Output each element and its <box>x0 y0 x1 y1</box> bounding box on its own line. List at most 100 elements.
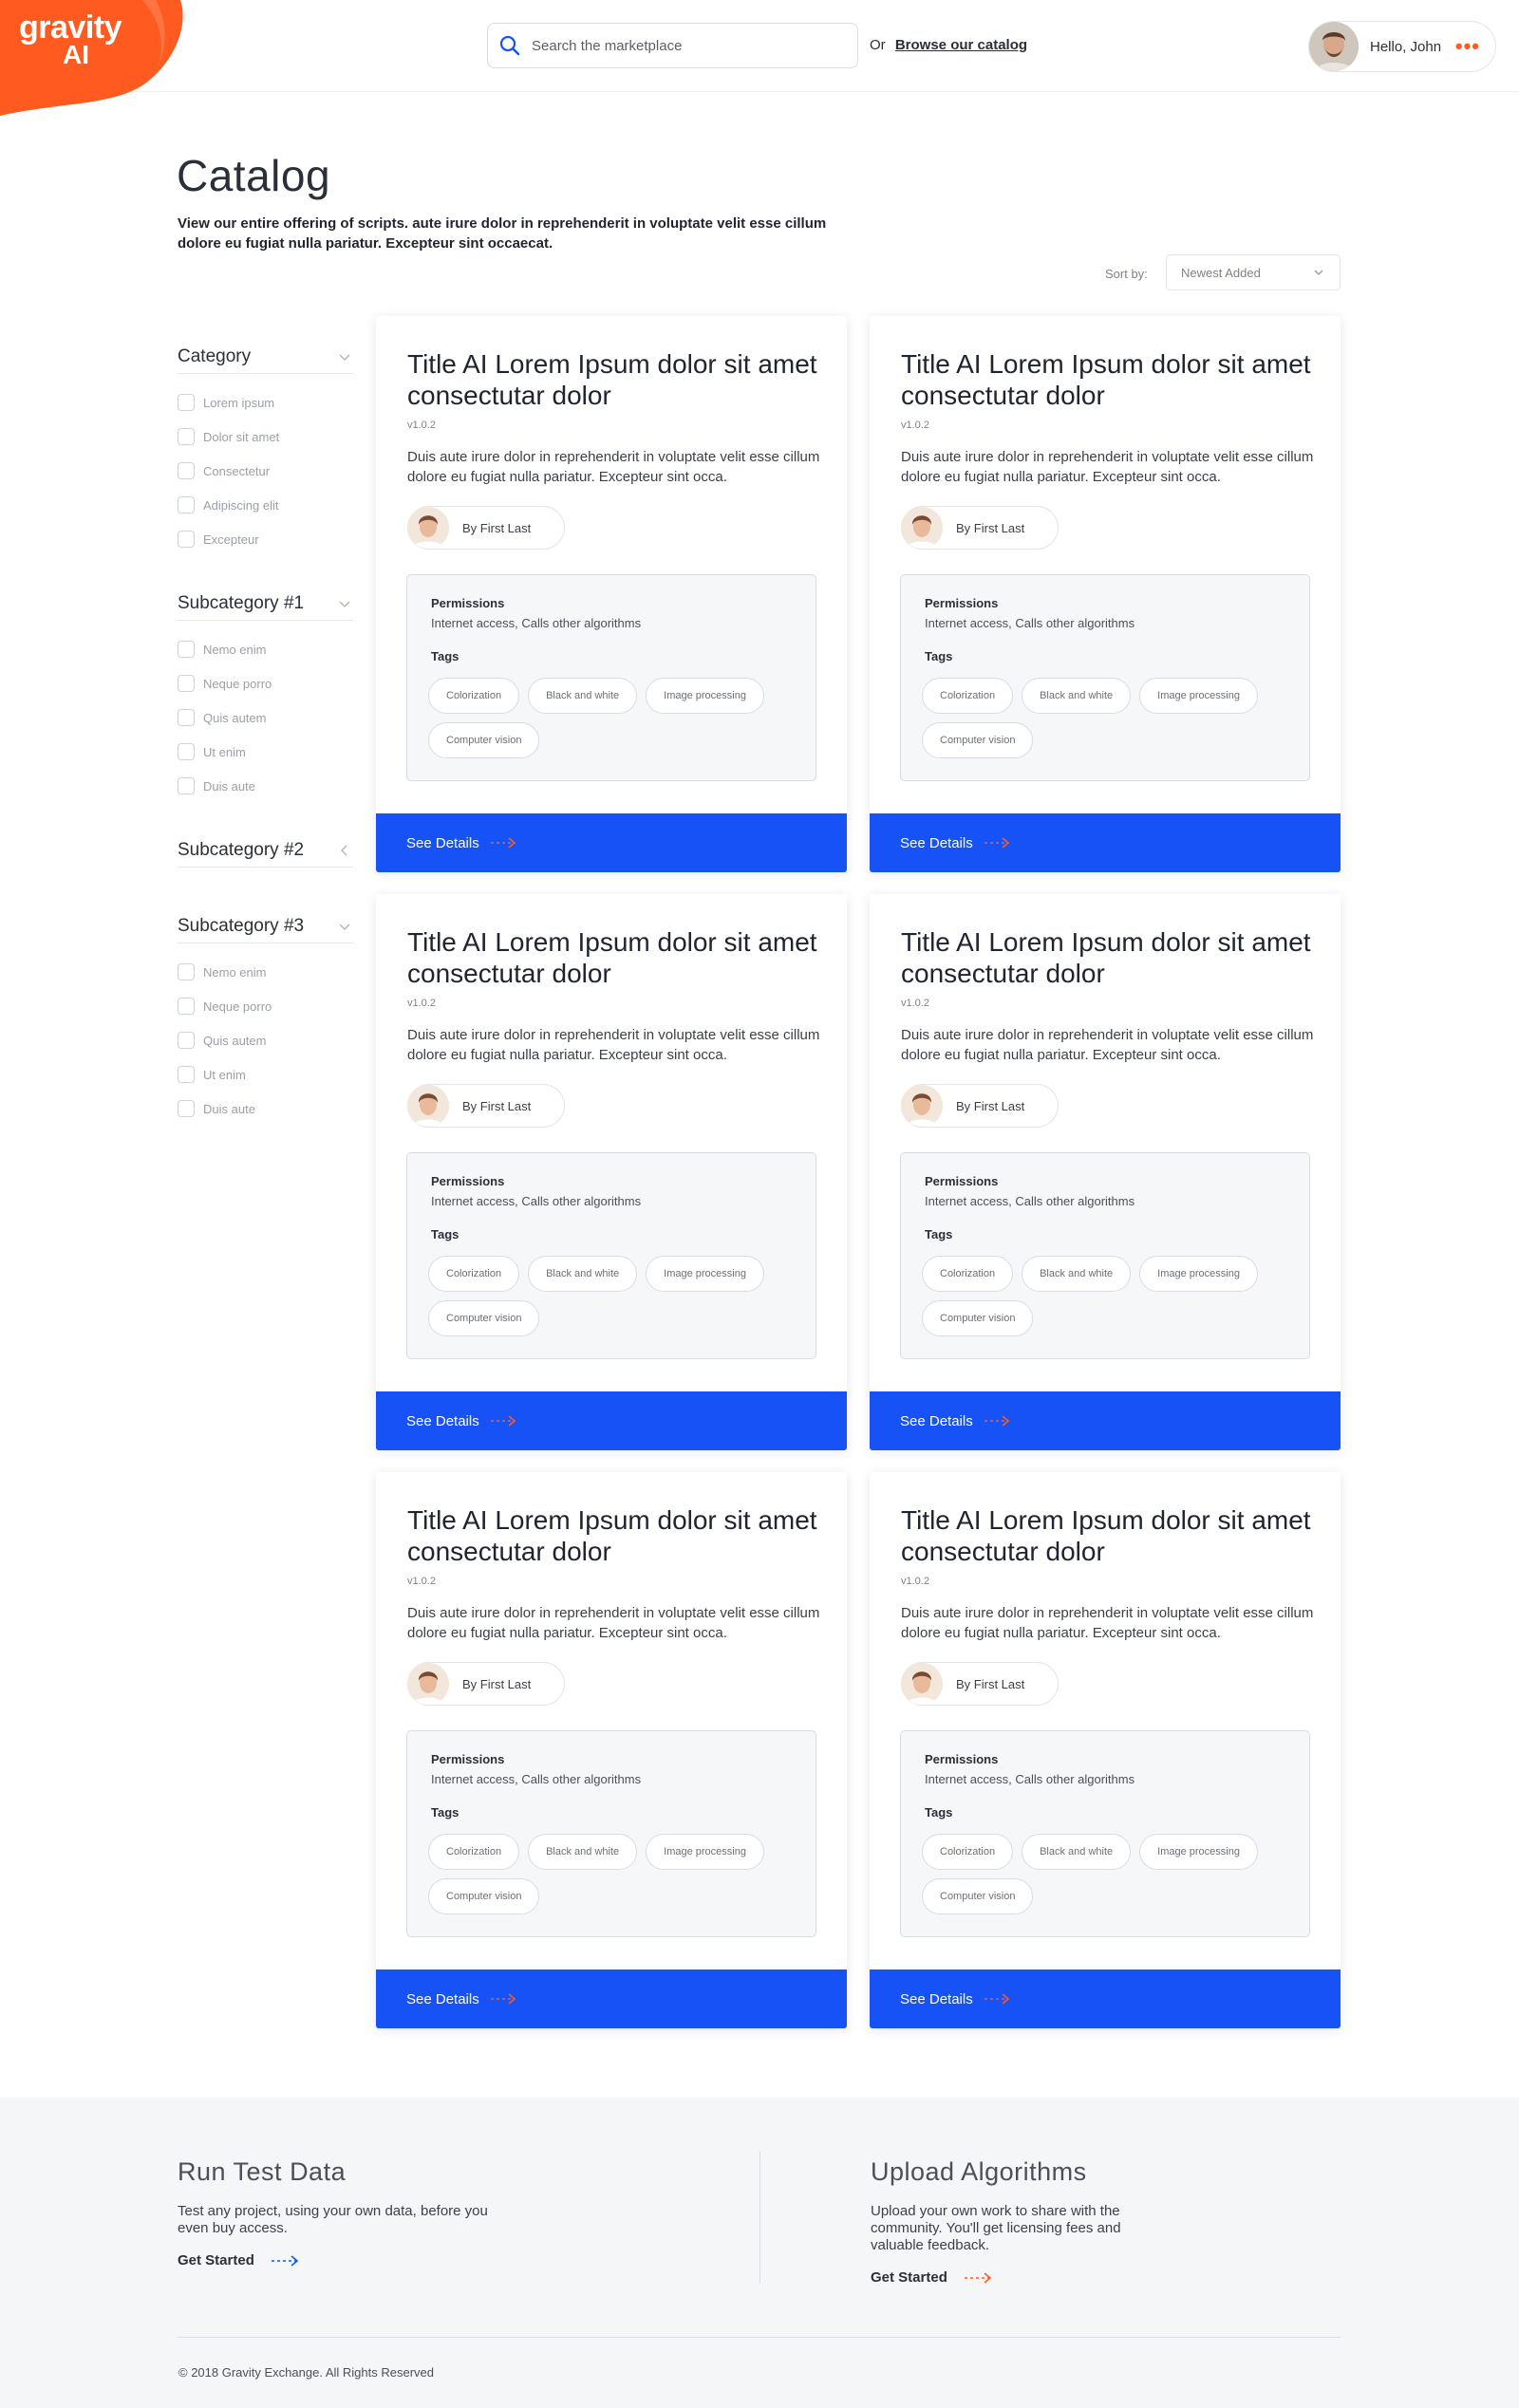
tag-chip[interactable]: Computer vision <box>922 1878 1034 1914</box>
filter-option[interactable]: Ut enim <box>178 735 353 769</box>
get-started-link[interactable]: Get Started <box>178 2252 500 2268</box>
tag-chip[interactable]: Colorization <box>428 678 520 714</box>
tag-chip[interactable]: Black and white <box>528 1834 638 1870</box>
get-started-label: Get Started <box>871 2269 947 2286</box>
see-details-button[interactable]: See Details <box>870 1969 1341 2028</box>
checkbox[interactable] <box>178 743 195 760</box>
filter-option[interactable]: Duis aute <box>178 1092 353 1126</box>
filter-group-category: Category Lorem ipsum Dolor sit amet Cons… <box>178 340 353 587</box>
tag-chip[interactable]: Colorization <box>428 1256 520 1292</box>
checkbox[interactable] <box>178 998 195 1015</box>
tag-chip[interactable]: Computer vision <box>922 1300 1034 1336</box>
checkbox[interactable] <box>178 1032 195 1049</box>
author-chip[interactable]: By First Last <box>407 506 565 550</box>
author-chip[interactable]: By First Last <box>901 1662 1059 1706</box>
sort-dropdown[interactable]: Newest Added <box>1166 254 1341 290</box>
checkbox[interactable] <box>178 428 195 445</box>
filter-option[interactable]: Quis autem <box>178 700 353 735</box>
see-details-label: See Details <box>900 834 973 851</box>
checkbox[interactable] <box>178 1100 195 1117</box>
see-details-button[interactable]: See Details <box>870 813 1341 872</box>
author-chip[interactable]: By First Last <box>407 1084 565 1128</box>
see-details-label: See Details <box>406 1990 479 2007</box>
tag-chip[interactable]: Image processing <box>646 1256 764 1292</box>
checkbox[interactable] <box>178 496 195 513</box>
see-details-button[interactable]: See Details <box>376 1969 847 2028</box>
tag-chip[interactable]: Black and white <box>1022 1834 1132 1870</box>
filter-option-label: Dolor sit amet <box>203 429 280 444</box>
filter-option[interactable]: Lorem ipsum <box>178 385 353 420</box>
tag-chip[interactable]: Image processing <box>1139 1256 1258 1292</box>
see-details-button[interactable]: See Details <box>870 1391 1341 1450</box>
checkbox[interactable] <box>178 462 195 479</box>
tag-chip[interactable]: Computer vision <box>428 1878 540 1914</box>
filter-option-label: Consectetur <box>203 463 271 478</box>
footer: Run Test Data Test any project, using yo… <box>0 2098 1519 2408</box>
browse-catalog-link[interactable]: Browse our catalog <box>895 37 1027 53</box>
filter-option[interactable]: Neque porro <box>178 666 353 700</box>
filter-option[interactable]: Consectetur <box>178 454 353 488</box>
checkbox[interactable] <box>178 641 195 658</box>
filter-header-category[interactable]: Category <box>178 340 353 374</box>
greeting: Hello, John <box>1370 38 1442 55</box>
more-dots-icon[interactable]: ••• <box>1455 36 1480 57</box>
filter-header-subcategory-2[interactable]: Subcategory #2 <box>178 833 353 868</box>
checkbox[interactable] <box>178 777 195 794</box>
tag-chip[interactable]: Colorization <box>428 1834 520 1870</box>
permissions-panel: Permissions Internet access, Calls other… <box>406 574 816 781</box>
checkbox[interactable] <box>178 675 195 692</box>
filter-header-subcategory-1[interactable]: Subcategory #1 <box>178 587 353 621</box>
gravity-ai-logo[interactable]: gravity AI <box>0 0 186 116</box>
see-details-button[interactable]: See Details <box>376 813 847 872</box>
tag-chip[interactable]: Colorization <box>922 1256 1014 1292</box>
tag-chip[interactable]: Image processing <box>646 1834 764 1870</box>
filter-option[interactable]: Duis aute <box>178 769 353 803</box>
author-chip[interactable]: By First Last <box>407 1662 565 1706</box>
filter-option[interactable]: Nemo enim <box>178 955 353 989</box>
page-title: Catalog <box>177 151 331 200</box>
filter-option[interactable]: Nemo enim <box>178 632 353 666</box>
card-title[interactable]: Title AI Lorem Ipsum dolor sit amet cons… <box>407 348 825 411</box>
filter-option[interactable]: Ut enim <box>178 1057 353 1092</box>
checkbox[interactable] <box>178 394 195 411</box>
checkbox[interactable] <box>178 1066 195 1083</box>
tag-chip[interactable]: Image processing <box>646 678 764 714</box>
card-title[interactable]: Title AI Lorem Ipsum dolor sit amet cons… <box>407 1504 825 1567</box>
author-chip[interactable]: By First Last <box>901 506 1059 550</box>
get-started-link[interactable]: Get Started <box>871 2269 1165 2286</box>
checkbox[interactable] <box>178 531 195 548</box>
search-input[interactable] <box>532 37 835 54</box>
see-details-label: See Details <box>900 1412 973 1429</box>
card-version: v1.0.2 <box>901 420 929 431</box>
dashed-arrow-right-icon <box>964 2271 992 2284</box>
tag-chip[interactable]: Black and white <box>1022 678 1132 714</box>
card-title[interactable]: Title AI Lorem Ipsum dolor sit amet cons… <box>901 1504 1319 1567</box>
filter-option[interactable]: Dolor sit amet <box>178 420 353 454</box>
filter-option[interactable]: Adipiscing elit <box>178 488 353 522</box>
filter-option[interactable]: Excepteur <box>178 522 353 556</box>
author-chip[interactable]: By First Last <box>901 1084 1059 1128</box>
checkbox[interactable] <box>178 709 195 726</box>
card-title[interactable]: Title AI Lorem Ipsum dolor sit amet cons… <box>901 926 1319 989</box>
tag-chip[interactable]: Computer vision <box>922 722 1034 758</box>
tag-chip[interactable]: Image processing <box>1139 678 1258 714</box>
tag-chip[interactable]: Colorization <box>922 678 1014 714</box>
tag-chip[interactable]: Black and white <box>528 678 638 714</box>
filter-header-subcategory-3[interactable]: Subcategory #3 <box>178 909 353 943</box>
tag-chip[interactable]: Computer vision <box>428 1300 540 1336</box>
tag-chip[interactable]: Colorization <box>922 1834 1014 1870</box>
card-title[interactable]: Title AI Lorem Ipsum dolor sit amet cons… <box>901 348 1319 411</box>
tag-chip[interactable]: Computer vision <box>428 722 540 758</box>
filter-option[interactable]: Quis autem <box>178 1023 353 1057</box>
tag-chip[interactable]: Image processing <box>1139 1834 1258 1870</box>
filter-option-label: Duis aute <box>203 1101 255 1116</box>
tag-chip[interactable]: Black and white <box>528 1256 638 1292</box>
search-box[interactable] <box>487 23 858 68</box>
user-menu[interactable]: Hello, John ••• <box>1308 21 1496 72</box>
see-details-button[interactable]: See Details <box>376 1391 847 1450</box>
checkbox[interactable] <box>178 963 195 980</box>
card-version: v1.0.2 <box>901 1576 929 1587</box>
tag-chip[interactable]: Black and white <box>1022 1256 1132 1292</box>
card-title[interactable]: Title AI Lorem Ipsum dolor sit amet cons… <box>407 926 825 989</box>
filter-option[interactable]: Neque porro <box>178 989 353 1023</box>
